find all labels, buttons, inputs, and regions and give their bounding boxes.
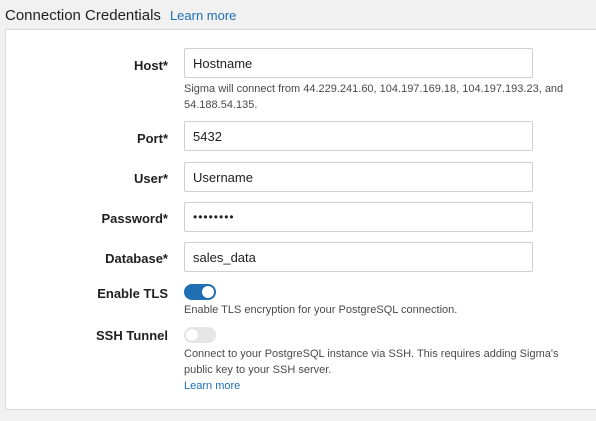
section-header: Connection Credentials Learn more bbox=[5, 7, 236, 27]
section-title: Connection Credentials bbox=[5, 7, 161, 24]
password-label: Password* bbox=[101, 211, 168, 226]
user-label: User* bbox=[134, 171, 168, 186]
ssh-tunnel-label: SSH Tunnel bbox=[96, 328, 168, 343]
credentials-panel: Host* Sigma will connect from 44.229.241… bbox=[5, 29, 596, 410]
ssh-tunnel-toggle[interactable] bbox=[184, 327, 216, 343]
port-input[interactable] bbox=[184, 121, 533, 151]
host-helper-text: Sigma will connect from 44.229.241.60, 1… bbox=[184, 83, 564, 111]
ssh-tunnel-helper-text: Connect to your PostgreSQL instance via … bbox=[184, 348, 559, 376]
password-input[interactable] bbox=[184, 202, 533, 232]
enable-tls-label: Enable TLS bbox=[97, 286, 168, 301]
ssh-learn-more-link[interactable]: Learn more bbox=[184, 378, 240, 394]
toggle-knob bbox=[202, 286, 214, 298]
database-label: Database* bbox=[105, 251, 168, 266]
host-label: Host* bbox=[134, 58, 168, 73]
toggle-knob bbox=[186, 329, 198, 341]
learn-more-link[interactable]: Learn more bbox=[170, 8, 236, 23]
enable-tls-toggle[interactable] bbox=[184, 284, 216, 300]
user-input[interactable] bbox=[184, 162, 533, 192]
host-input[interactable] bbox=[184, 48, 533, 78]
enable-tls-helper-text: Enable TLS encryption for your PostgreSQ… bbox=[184, 304, 458, 316]
database-input[interactable] bbox=[184, 242, 533, 272]
port-label: Port* bbox=[136, 131, 168, 146]
ssh-tunnel-helper: Connect to your PostgreSQL instance via … bbox=[184, 346, 574, 394]
